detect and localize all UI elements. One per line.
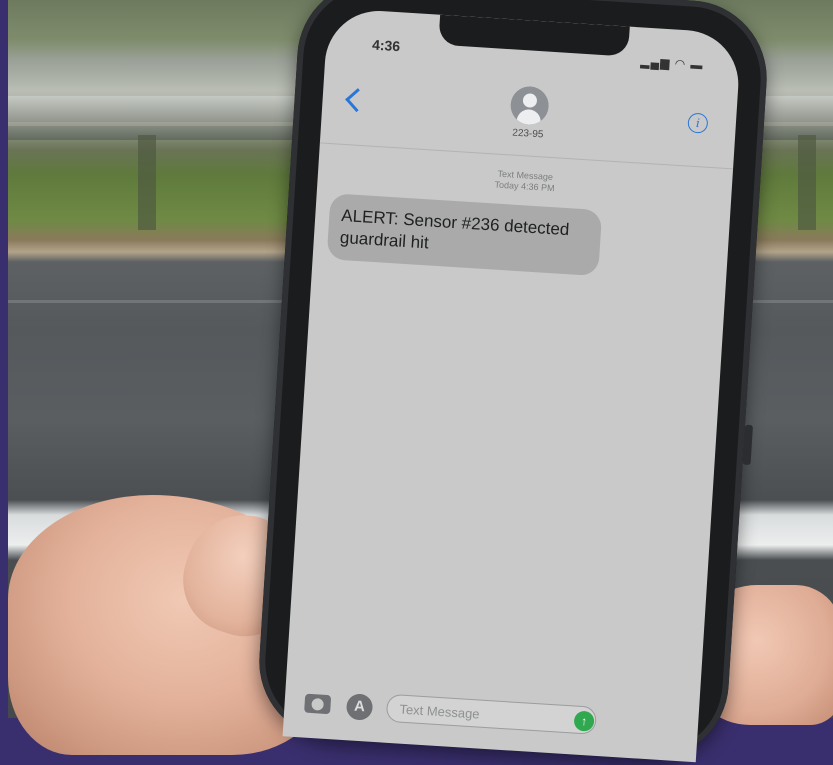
avatar-body: [516, 108, 542, 126]
phone: 4:36 ▂▄▆ ◠ ▬ 223-95 i Text Message Today…: [254, 0, 772, 765]
status-icons: ▂▄▆ ◠ ▬: [640, 54, 704, 73]
guardrail-post: [798, 135, 816, 230]
message-input[interactable]: Text Message: [385, 693, 598, 735]
back-chevron-icon[interactable]: [345, 88, 370, 113]
guardrail-post: [138, 135, 156, 230]
camera-icon[interactable]: [304, 693, 332, 715]
notch: [438, 14, 630, 57]
message-bubble[interactable]: ALERT: Sensor #236 detected guardrail hi…: [326, 193, 603, 277]
avatar-head: [522, 93, 538, 108]
composer-bar: A Text Message ↑: [283, 684, 699, 750]
phone-screen: 4:36 ▂▄▆ ◠ ▬ 223-95 i Text Message Today…: [282, 7, 742, 763]
conversation-header: 223-95 i: [320, 60, 738, 166]
status-time: 4:36: [371, 36, 401, 55]
contact-avatar[interactable]: [509, 85, 550, 126]
appstore-icon[interactable]: A: [345, 693, 374, 721]
info-icon[interactable]: i: [687, 112, 709, 134]
